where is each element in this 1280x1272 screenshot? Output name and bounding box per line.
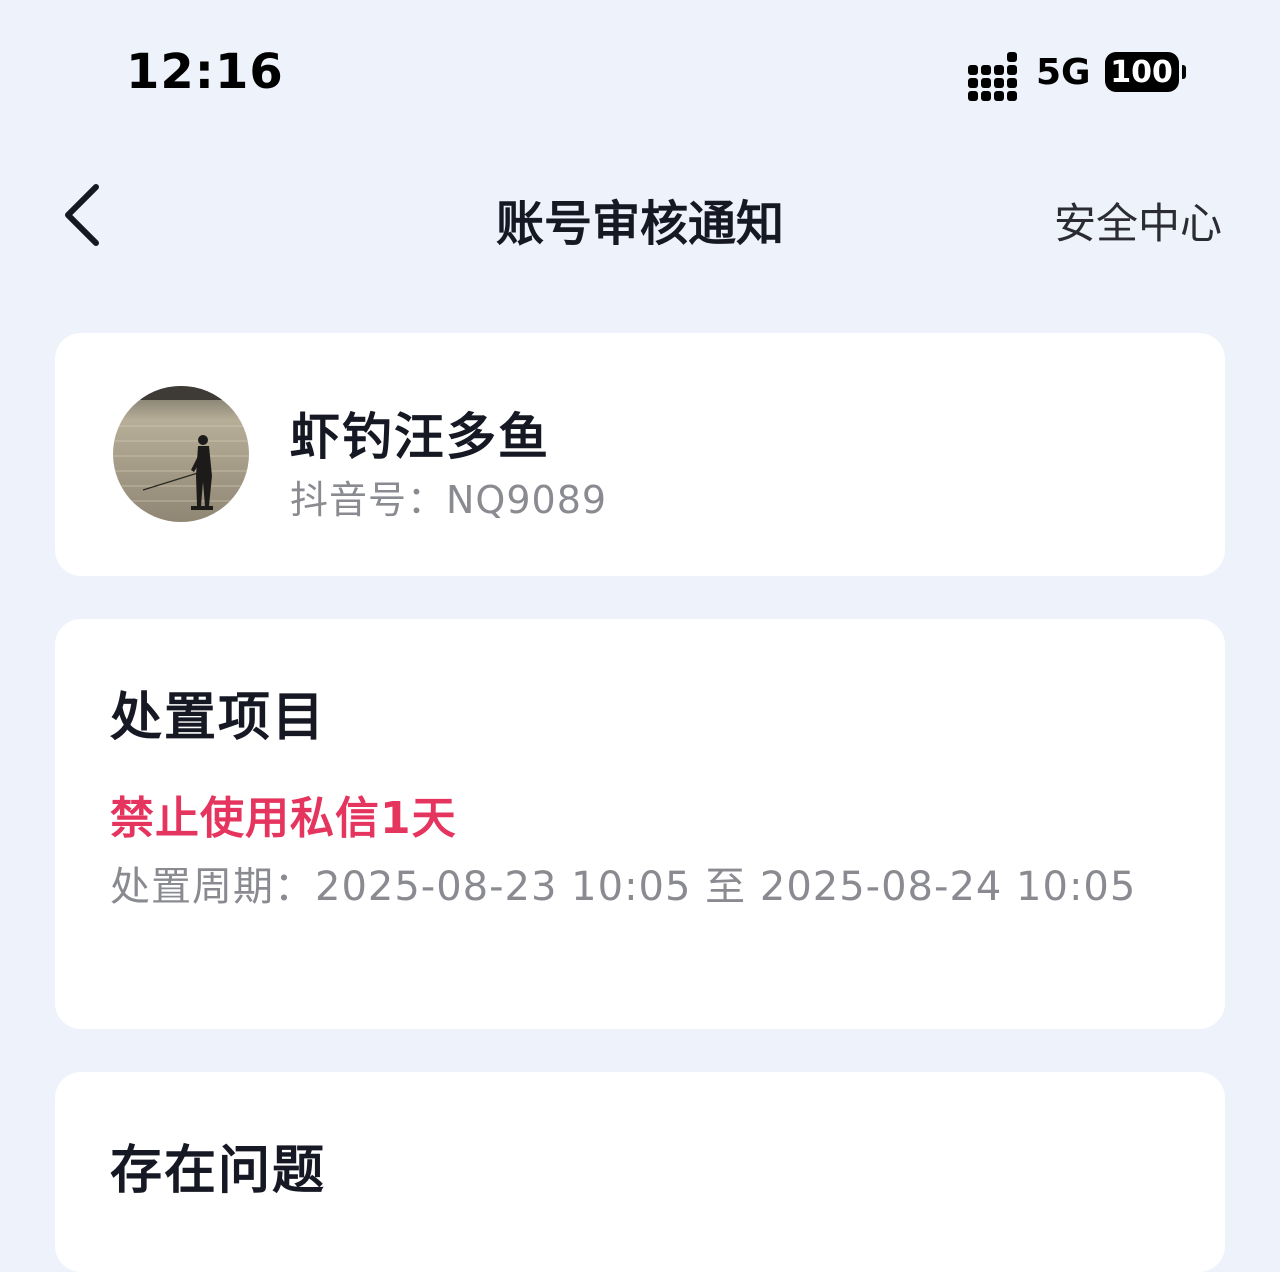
action-section-title: 处置项目: [110, 688, 327, 748]
avatar[interactable]: [113, 386, 249, 522]
status-icons: 5G 100: [968, 50, 1186, 101]
back-button[interactable]: [52, 180, 112, 250]
action-period: 处置周期：2025-08-23 10:05 至 2025-08-24 10:05: [110, 864, 1137, 910]
battery-icon: 100: [1104, 52, 1179, 92]
chevron-left-icon: [65, 184, 99, 246]
douyin-id: 抖音号：NQ9089: [290, 478, 608, 522]
signal-icon: [968, 52, 1020, 101]
page-title: 账号审核通知: [495, 196, 784, 252]
battery-level: 100: [1110, 54, 1173, 90]
issue-card: 存在问题: [55, 1072, 1225, 1272]
status-bar: 12:16 5G 100: [0, 0, 1280, 150]
action-item: 禁止使用私信1天: [110, 793, 457, 844]
nav-bar: 账号审核通知 安全中心: [0, 160, 1280, 270]
battery-tip: [1181, 65, 1186, 79]
network-label: 5G: [1036, 51, 1091, 93]
status-time: 12:16: [126, 44, 284, 100]
issue-section-title: 存在问题: [110, 1141, 327, 1201]
user-card[interactable]: 虾钓汪多鱼 抖音号：NQ9089: [55, 333, 1225, 576]
action-card: 处置项目 禁止使用私信1天 处置周期：2025-08-23 10:05 至 20…: [55, 619, 1225, 1029]
username: 虾钓汪多鱼: [290, 408, 550, 466]
avatar-fisherman-icon: [113, 386, 249, 522]
security-center-link[interactable]: 安全中心: [1054, 190, 1222, 251]
